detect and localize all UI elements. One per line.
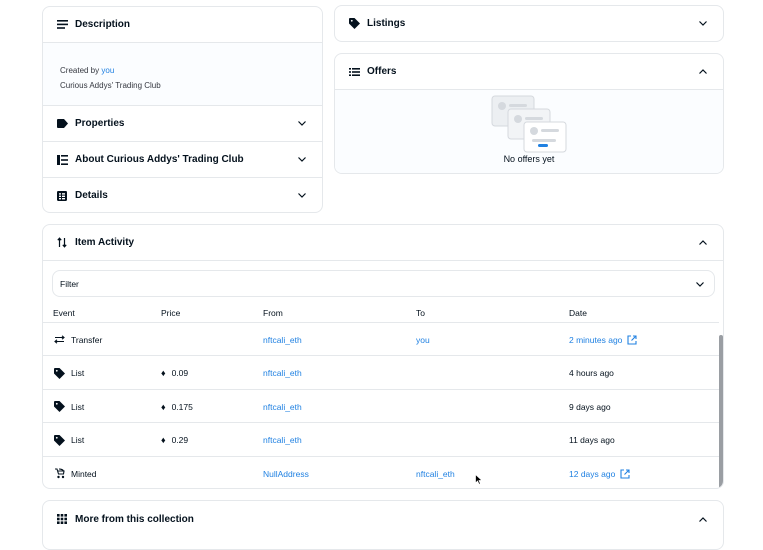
grid-icon	[55, 512, 69, 526]
offers-title: Offers	[367, 66, 397, 77]
list-icon	[347, 65, 361, 79]
tag-icon	[53, 401, 65, 413]
event-name: List	[71, 401, 85, 412]
from-link[interactable]: nftcali_eth	[263, 368, 302, 378]
tag-icon	[55, 117, 69, 131]
details-title: Details	[75, 190, 108, 201]
transfer-icon	[53, 334, 65, 346]
listings-header[interactable]: Listings	[335, 6, 723, 41]
event-name: Minted	[71, 468, 97, 479]
eth-icon: ♦	[161, 435, 166, 445]
tag-icon	[53, 367, 65, 379]
date-text: 4 hours ago	[569, 368, 614, 378]
description-header[interactable]: Description	[43, 7, 322, 43]
stroller-icon	[53, 468, 65, 480]
from-link[interactable]: NullAddress	[263, 469, 309, 479]
chevron-down-icon	[297, 191, 307, 201]
table-row: Minted NullAddress nftcali_eth 12 days a…	[43, 456, 719, 488]
listings-title: Listings	[367, 18, 406, 29]
item-activity-card: Item Activity Filter Event Price From To…	[42, 224, 724, 489]
creator-link[interactable]: you	[101, 66, 114, 75]
price-value: 0.09	[171, 368, 189, 378]
col-date: Date	[569, 308, 587, 318]
more-collection-header[interactable]: More from this collection	[43, 501, 723, 537]
no-offers-text: No offers yet	[503, 154, 555, 164]
details-section[interactable]: Details	[43, 178, 322, 212]
chevron-down-icon	[696, 279, 704, 289]
col-event: Event	[53, 308, 75, 318]
description-card: Description Created by you Curious Addys…	[42, 6, 323, 213]
chevron-up-icon	[698, 67, 708, 77]
price-value: 0.29	[171, 435, 189, 445]
offers-header[interactable]: Offers	[335, 54, 723, 90]
more-collection-title: More from this collection	[75, 513, 194, 525]
date-text: 2 minutes ago	[569, 334, 623, 345]
event-name: List	[71, 435, 85, 445]
description-body: Created by you Curious Addys' Trading Cl…	[43, 43, 322, 106]
col-price: Price	[161, 308, 181, 318]
details-icon	[55, 189, 69, 203]
from-link[interactable]: nftcali_eth	[263, 402, 302, 412]
table-row: Transfer nftcali_eth you 2 minutes ago	[43, 322, 719, 356]
table-header: Event Price From To Date	[43, 304, 719, 322]
date-link[interactable]: 12 days ago	[569, 469, 630, 479]
filter-dropdown[interactable]: Filter	[52, 270, 715, 297]
col-to: To	[416, 308, 425, 318]
filter-label: Filter	[60, 278, 79, 289]
description-icon	[55, 18, 69, 32]
date-text: 11 days ago	[569, 435, 615, 445]
col-from: From	[263, 308, 283, 318]
properties-section[interactable]: Properties	[43, 106, 322, 142]
tag-icon	[347, 17, 361, 31]
chevron-up-icon	[698, 238, 708, 248]
table-scrollbar[interactable]	[719, 335, 723, 488]
date-text: 9 days ago	[569, 401, 611, 412]
eth-icon: ♦	[161, 368, 166, 378]
date-text: 12 days ago	[569, 468, 616, 479]
empty-offers-illustration	[491, 95, 567, 153]
to-link[interactable]: nftcali_eth	[416, 469, 455, 479]
event-name: List	[71, 368, 85, 378]
chevron-down-icon	[297, 155, 307, 165]
external-link-icon	[620, 468, 630, 479]
description-title: Description	[75, 19, 131, 30]
table-row: List ♦ 0.175 nftcali_eth 9 days ago	[43, 389, 719, 423]
chevron-up-icon	[698, 514, 708, 524]
offers-card: Offers No offers yet	[334, 53, 724, 174]
external-link-icon	[627, 334, 637, 345]
created-by-label: Created by	[60, 66, 100, 75]
event-name: Transfer	[71, 334, 103, 345]
item-activity-header[interactable]: Item Activity	[43, 225, 723, 261]
to-link[interactable]: you	[416, 335, 430, 345]
table-row: List ♦ 0.29 nftcali_eth 11 days ago	[43, 422, 719, 457]
chevron-down-icon	[698, 19, 708, 29]
mouse-cursor-icon	[475, 474, 483, 485]
about-icon	[55, 153, 69, 167]
collection-name: Curious Addys' Trading Club	[60, 81, 161, 90]
more-collection-card: More from this collection	[42, 500, 724, 550]
swap-vertical-icon	[55, 236, 69, 250]
price-value: 0.175	[171, 401, 193, 412]
from-link[interactable]: nftcali_eth	[263, 435, 302, 445]
about-title: About Curious Addys' Trading Club	[75, 154, 244, 165]
chevron-down-icon	[297, 119, 307, 129]
item-activity-title: Item Activity	[75, 237, 135, 248]
listings-card: Listings	[334, 5, 724, 42]
date-link[interactable]: 2 minutes ago	[569, 335, 637, 345]
about-section[interactable]: About Curious Addys' Trading Club	[43, 142, 322, 178]
activity-table: Event Price From To Date Transfer nftcal…	[43, 304, 719, 488]
table-row: List ♦ 0.09 nftcali_eth 4 hours ago	[43, 355, 719, 390]
tag-icon	[53, 434, 65, 446]
offers-empty-state: No offers yet	[335, 90, 723, 173]
from-link[interactable]: nftcali_eth	[263, 335, 302, 345]
properties-title: Properties	[75, 118, 125, 129]
eth-icon: ♦	[161, 401, 166, 412]
